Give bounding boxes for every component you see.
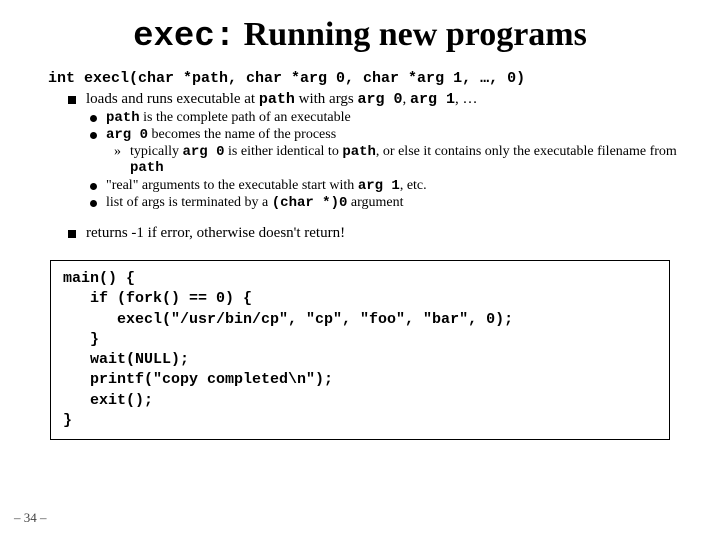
text: argument (347, 195, 403, 210)
list-item: returns -1 if error, otherwise doesn't r… (68, 225, 680, 242)
list-item: arg 0 becomes the name of the process ty… (90, 127, 680, 176)
text: , etc. (400, 178, 427, 193)
code-text: arg 0 (358, 91, 403, 108)
code-text: arg 0 (106, 127, 148, 143)
function-signature: int execl(char *path, char *arg 0, char … (48, 70, 680, 87)
page-number: – 34 – (14, 510, 47, 526)
title-rest: Running new programs (235, 16, 587, 53)
text: , or else it contains only the executabl… (376, 144, 677, 159)
text: with args (295, 91, 358, 107)
text: becomes the name of the process (148, 127, 336, 142)
slide-title: exec: Running new programs (40, 16, 680, 56)
bullet-list: loads and runs executable at path with a… (68, 91, 680, 242)
list-item: path is the complete path of an executab… (90, 110, 680, 126)
text: is the complete path of an executable (140, 110, 351, 125)
sub-sub-list: typically arg 0 is either identical to p… (114, 144, 680, 176)
title-mono: exec: (133, 18, 235, 56)
slide: exec: Running new programs int execl(cha… (0, 0, 720, 440)
text: , (403, 91, 411, 107)
code-text: path (259, 91, 295, 108)
code-text: path (106, 110, 140, 126)
text: loads and runs executable at (86, 91, 259, 107)
sub-list: path is the complete path of an executab… (90, 110, 680, 211)
text: is either identical to (225, 144, 343, 159)
code-text: (char *)0 (272, 195, 348, 211)
list-item: "real" arguments to the executable start… (90, 178, 680, 194)
text: list of args is terminated by a (106, 195, 272, 210)
list-item: list of args is terminated by a (char *)… (90, 195, 680, 211)
code-block: main() { if (fork() == 0) { execl("/usr/… (50, 260, 670, 440)
list-item: typically arg 0 is either identical to p… (114, 144, 680, 176)
text: typically (130, 144, 183, 159)
list-item: loads and runs executable at path with a… (68, 91, 680, 211)
code-text: arg 1 (410, 91, 455, 108)
code-text: arg 0 (183, 144, 225, 160)
text: , … (455, 91, 478, 107)
code-text: path (130, 160, 164, 176)
text: returns -1 if error, otherwise doesn't r… (86, 225, 345, 241)
code-text: arg 1 (358, 178, 400, 194)
code-text: path (342, 144, 376, 160)
spacer (68, 213, 680, 223)
text: "real" arguments to the executable start… (106, 178, 358, 193)
